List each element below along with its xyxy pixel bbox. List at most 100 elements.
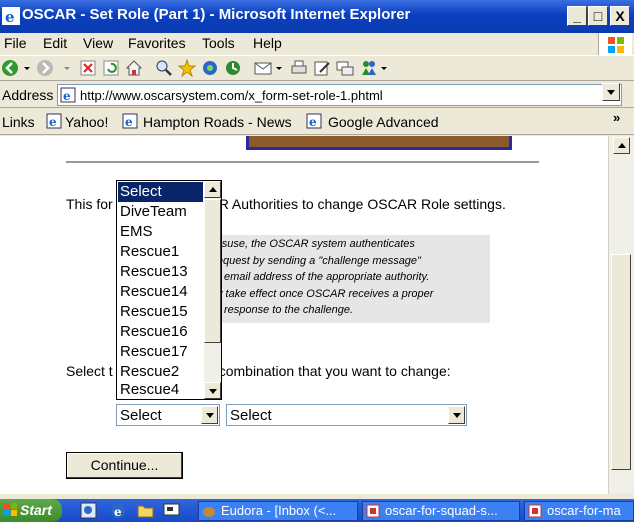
chevron-down-icon [607,90,615,95]
start-button[interactable]: Start [0,499,62,522]
address-input[interactable]: e http://www.oscarsystem.com/x_form-set-… [57,84,622,106]
dropdown-option[interactable]: Select [118,182,203,202]
task-oscar-for-ma[interactable]: oscar-for-ma [524,501,634,521]
quicklaunch-ie-icon[interactable]: e [110,502,127,519]
refresh-icon[interactable] [102,59,120,77]
link-google-advanced[interactable]: Google Advanced [328,114,439,130]
address-url: http://www.oscarsystem.com/x_form-set-ro… [80,88,383,103]
dropdown-option[interactable]: EMS [118,222,203,242]
maximize-button[interactable]: □ [588,6,608,26]
task-eudora-label: Eudora - [Inbox (<... [221,503,337,518]
svg-text:e: e [5,8,15,25]
document-icon [366,504,380,518]
unit-select-arrow[interactable] [201,406,218,424]
chevron-down-icon [453,413,461,418]
start-label: Start [20,502,52,518]
task-eudora[interactable]: Eudora - [Inbox (<... [198,501,358,521]
quicklaunch-app-icon[interactable] [80,502,97,519]
unit-select[interactable]: Select [116,404,220,426]
windows-logo-icon [4,503,17,516]
svg-text:e: e [309,115,317,129]
discuss-icon[interactable] [336,59,354,77]
close-button[interactable]: X [610,6,630,26]
note-line: response to the challenge. [224,304,354,316]
link-yahoo[interactable]: Yahoo! [65,114,108,130]
page-scroll-thumb[interactable] [611,254,631,470]
continue-button[interactable]: Continue... [66,452,183,479]
links-label: Links [2,114,35,130]
back-icon[interactable] [1,59,19,77]
horizontal-rule [66,161,539,163]
dropdown-option[interactable]: Rescue17 [118,342,203,362]
favorites-icon[interactable] [178,59,196,77]
chevron-up-icon [618,143,626,148]
messenger-icon[interactable] [360,59,378,77]
dropdown-option[interactable]: DiveTeam [118,202,203,222]
dropdown-option[interactable]: Rescue16 [118,322,203,342]
task-oscar-for-squad[interactable]: oscar-for-squad-s... [362,501,520,521]
internet-explorer-icon: e [2,7,20,25]
title-bar: e OSCAR - Set Role (Part 1) - Microsoft … [0,0,634,33]
quicklaunch-folder-icon[interactable] [137,502,154,519]
dropdown-scroll-thumb[interactable] [204,199,221,343]
window-title: OSCAR - Set Role (Part 1) - Microsoft In… [22,6,411,23]
dropdown-option[interactable]: Rescue1 [118,242,203,262]
messenger-dropdown-icon[interactable] [379,59,389,77]
role-select-arrow[interactable] [448,406,465,424]
role-select[interactable]: Select [226,404,467,426]
note-line: n request by sending a "challenge messag… [204,255,421,267]
link-hampton-roads-news[interactable]: Hampton Roads - News [143,114,292,130]
forward-dropdown-icon[interactable] [62,59,72,77]
unit-dropdown-list[interactable]: Select DiveTeam EMS Rescue1 Rescue13 Res… [116,180,222,400]
eudora-icon [203,507,215,517]
forward-icon[interactable] [36,59,54,77]
svg-text:e: e [63,89,71,103]
media-icon[interactable] [201,59,219,77]
dropdown-option[interactable]: Rescue15 [118,302,203,322]
history-icon[interactable] [224,59,242,77]
menu-favorites[interactable]: Favorites [128,35,186,51]
header-banner-image [246,136,512,150]
page-scroll-up[interactable] [613,137,630,154]
note-line: email address of the appropriate authori… [224,271,430,283]
menu-tools[interactable]: Tools [202,35,235,51]
back-dropdown-icon[interactable] [22,59,32,77]
chevron-down-icon [206,413,214,418]
menu-edit[interactable]: Edit [43,35,67,51]
dropdown-scroll-down[interactable] [204,382,221,399]
menu-view[interactable]: View [83,35,113,51]
role-select-value: Select [230,407,272,424]
quicklaunch-desktop-icon[interactable] [163,502,180,519]
chevron-up-icon [209,187,217,192]
task-oscar-for-squad-label: oscar-for-squad-s... [385,503,498,518]
dropdown-option[interactable]: Rescue4 [118,380,203,400]
svg-text:e: e [114,505,122,519]
svg-text:e: e [125,115,133,129]
svg-text:e: e [49,115,57,129]
stop-icon[interactable] [79,59,97,77]
mail-icon[interactable] [254,59,272,77]
search-icon[interactable] [155,59,173,77]
taskbar: Start e Eudora - [Inbox (<... oscar-for-… [0,499,634,522]
links-more-chevron[interactable]: » [613,110,620,125]
menu-file[interactable]: File [4,35,27,51]
edit-icon[interactable] [313,59,331,77]
windows-logo-icon [598,33,632,57]
address-label: Address [2,87,54,103]
intro-text-left: This for [66,196,113,212]
dropdown-option[interactable]: Rescue2 [118,362,203,382]
mail-dropdown-icon[interactable] [274,59,284,77]
dropdown-option[interactable]: Rescue13 [118,262,203,282]
minimize-button[interactable]: _ [567,6,587,26]
home-icon[interactable] [125,59,143,77]
menu-help[interactable]: Help [253,35,282,51]
select-prompt-right: combination that you want to change: [218,363,451,379]
link-page-icon: e [306,113,322,129]
menu-bar: File Edit View Favorites Tools Help [0,33,634,53]
address-dropdown-button[interactable] [602,83,620,101]
dropdown-option[interactable]: Rescue14 [118,282,203,302]
print-icon[interactable] [290,59,308,77]
dropdown-scrollbar[interactable] [204,181,221,399]
dropdown-scroll-up[interactable] [204,181,221,198]
page-scrollbar[interactable] [608,136,634,494]
